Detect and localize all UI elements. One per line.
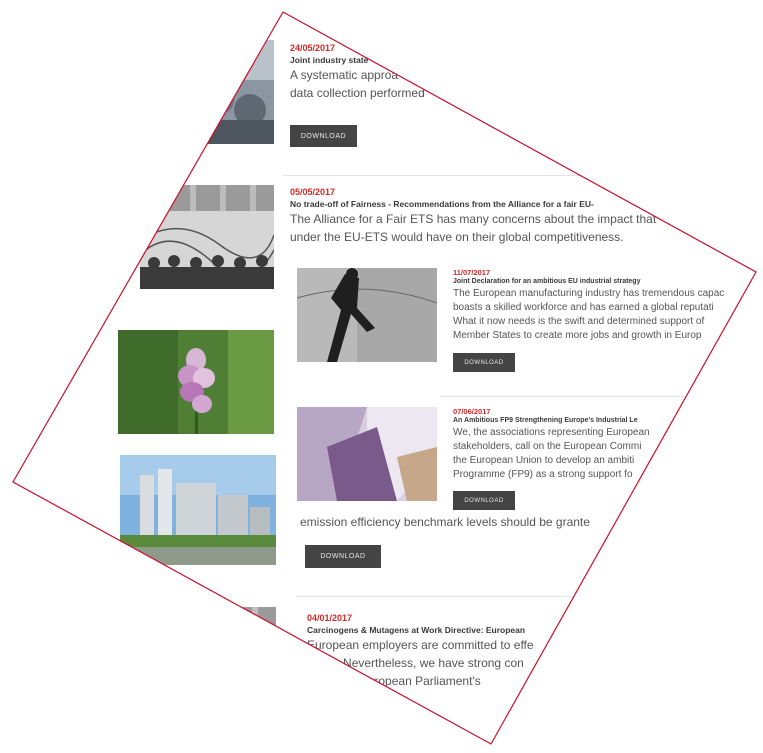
thumbnail-silhouettes-image bbox=[140, 185, 274, 289]
page-viewport: 24/05/2017 Joint industry state A system… bbox=[0, 0, 763, 753]
thumbnail-walking-figure-image bbox=[297, 268, 437, 362]
download-button[interactable]: DOWNLOAD bbox=[305, 545, 381, 568]
download-button[interactable]: DOWNLOAD bbox=[453, 491, 515, 510]
divider bbox=[283, 175, 756, 176]
item-body-line: emission efficiency benchmark levels sho… bbox=[300, 515, 590, 529]
download-button[interactable]: DOWNLOAD bbox=[290, 125, 357, 147]
item-body-line: boasts a skilled workforce and has earne… bbox=[453, 302, 714, 313]
item-date: 11/07/2017 bbox=[453, 268, 491, 277]
item-body-line: What it now needs is the swift and deter… bbox=[453, 316, 705, 327]
divider bbox=[440, 396, 756, 397]
item-body-line: We, the associations representing Europe… bbox=[453, 427, 650, 438]
divider bbox=[296, 596, 756, 597]
item-2: 05/05/2017 No trade-off of Fairness - Re… bbox=[290, 187, 656, 246]
item-6: 04/01/2017 Carcinogens & Mutagens at Wor… bbox=[307, 613, 534, 690]
item-3: 11/07/2017 Joint Declaration for an ambi… bbox=[453, 268, 724, 343]
item-4: 07/06/2017 An Ambitious FP9 Strengthenin… bbox=[453, 407, 650, 482]
thumbnail-orchid-image bbox=[118, 330, 274, 434]
thumbnail-abstract-architecture-image bbox=[297, 407, 437, 501]
item-body-line: under the EU-ETS would have on their glo… bbox=[290, 230, 624, 244]
tilted-page: 24/05/2017 Joint industry state A system… bbox=[13, 12, 756, 744]
item-body-line: ancer. Nevertheless, we have strong con bbox=[307, 656, 524, 670]
item-body-line: European employers are committed to effe bbox=[307, 638, 534, 652]
item-body-line: data collection performed bbox=[290, 86, 425, 100]
item-title: Carcinogens & Mutagens at Work Directive… bbox=[307, 625, 526, 635]
item-body-line: Programme (FP9) as a strong support fo bbox=[453, 469, 633, 480]
thumbnail-industrial-plant-image bbox=[120, 455, 276, 565]
item-title: No trade-off of Fairness - Recommendatio… bbox=[290, 199, 594, 209]
item-body-line: The Alliance for a Fair ETS has many con… bbox=[290, 212, 657, 226]
item-date: 05/05/2017 bbox=[290, 187, 336, 197]
item-1: 24/05/2017 Joint industry state A system… bbox=[290, 43, 425, 102]
item-5: emission efficiency benchmark levels sho… bbox=[300, 513, 590, 531]
item-body-line: the European Union to develop an ambiti bbox=[453, 455, 635, 466]
item-title: Joint Declaration for an ambitious EU in… bbox=[453, 278, 641, 285]
item-title: An Ambitious FP9 Strengthening Europe's … bbox=[453, 417, 638, 424]
item-body-line: Member States to create more jobs and gr… bbox=[453, 330, 702, 341]
item-date: 04/01/2017 bbox=[307, 613, 353, 623]
item-title: Joint industry state bbox=[290, 55, 369, 65]
thumbnail-building-image bbox=[190, 607, 276, 647]
download-button[interactable]: DOWNLOAD bbox=[453, 353, 515, 372]
item-date: 07/06/2017 bbox=[453, 407, 491, 416]
thumbnail-crowd-image bbox=[200, 40, 274, 144]
item-body-line: A systematic approa bbox=[290, 68, 399, 82]
item-date: 24/05/2017 bbox=[290, 43, 336, 53]
item-body-line: stakeholders, call on the European Commi bbox=[453, 441, 642, 452]
item-body-line: ed by the European Parliament's bbox=[307, 674, 481, 688]
item-body-line: The European manufacturing industry has … bbox=[453, 288, 725, 299]
